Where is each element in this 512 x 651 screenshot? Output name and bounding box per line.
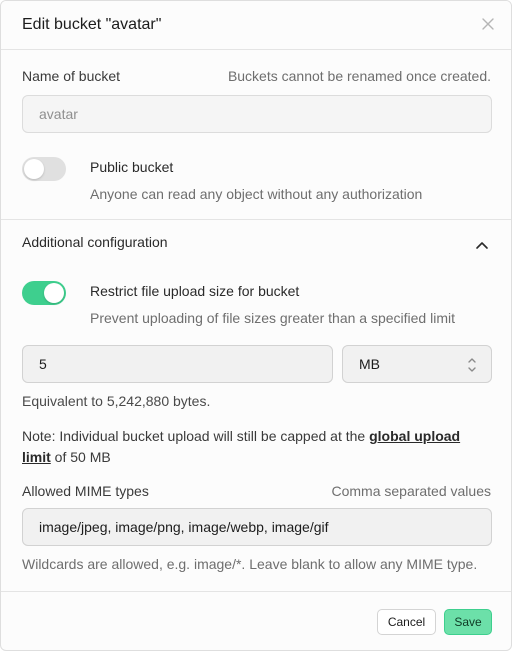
restrict-size-toggle[interactable] <box>22 281 66 305</box>
public-bucket-label: Public bucket <box>90 159 174 175</box>
footer-divider <box>1 591 511 592</box>
save-button[interactable]: Save <box>444 609 492 635</box>
cancel-button[interactable]: Cancel <box>377 609 436 635</box>
chevron-up-icon <box>475 237 489 255</box>
toggle-knob <box>44 283 64 303</box>
note-suffix: of 50 MB <box>50 449 111 465</box>
note-prefix: Note: Individual bucket upload will stil… <box>22 428 370 444</box>
bucket-name-label: Name of bucket <box>22 68 121 84</box>
chevrons-up-down-icon <box>467 356 477 377</box>
dialog-header: Edit bucket "avatar" <box>1 1 511 50</box>
size-limit-value: 5 <box>39 356 47 372</box>
size-unit-select[interactable]: MB <box>342 345 492 383</box>
toggle-knob <box>24 159 44 179</box>
bucket-name-hint: Buckets cannot be renamed once created. <box>227 68 491 84</box>
upload-limit-note: Note: Individual bucket upload will stil… <box>22 426 492 468</box>
restrict-size-description: Prevent uploading of file sizes greater … <box>90 310 455 326</box>
additional-config-label: Additional configuration <box>22 234 168 250</box>
size-limit-input[interactable]: 5 <box>22 345 333 383</box>
bucket-name-input[interactable]: avatar <box>22 95 492 133</box>
public-bucket-toggle[interactable] <box>22 157 66 181</box>
mime-types-help: Wildcards are allowed, e.g. image/*. Lea… <box>22 556 478 572</box>
mime-types-hint: Comma separated values <box>331 483 491 499</box>
dialog-title: Edit bucket "avatar" <box>22 16 162 33</box>
size-equivalent-text: Equivalent to 5,242,880 bytes. <box>22 393 211 409</box>
restrict-size-label: Restrict file upload size for bucket <box>90 283 300 299</box>
public-bucket-description: Anyone can read any object without any a… <box>90 186 423 202</box>
mime-types-label: Allowed MIME types <box>22 483 149 499</box>
edit-bucket-dialog: Edit bucket "avatar" Name of bucket Buck… <box>0 0 512 651</box>
mime-types-input[interactable]: image/jpeg, image/png, image/webp, image… <box>22 508 492 546</box>
bucket-name-value: avatar <box>39 106 78 122</box>
mime-types-value: image/jpeg, image/png, image/webp, image… <box>39 519 329 535</box>
close-icon[interactable] <box>479 15 497 33</box>
additional-config-header[interactable]: Additional configuration <box>1 220 511 264</box>
size-unit-value: MB <box>359 356 380 372</box>
